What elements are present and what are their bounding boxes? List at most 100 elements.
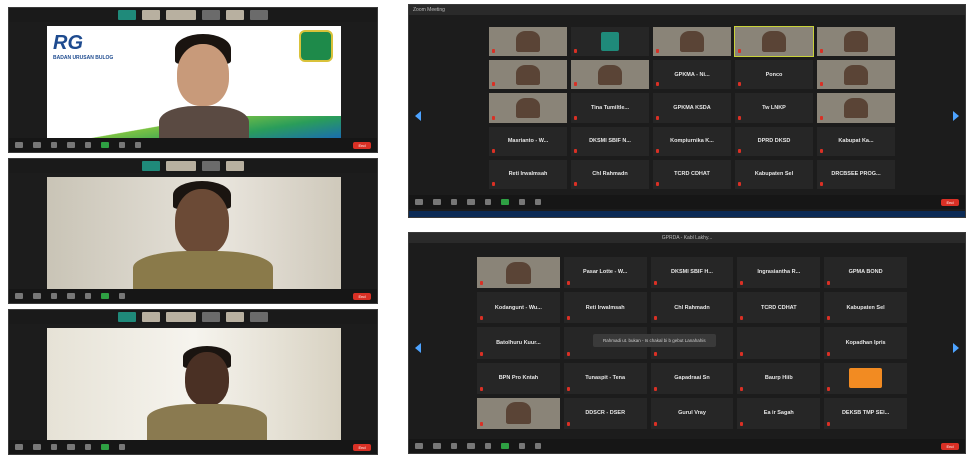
participant-thumbnail[interactable] xyxy=(166,161,196,171)
participant-tile[interactable]: Baurp Hiib xyxy=(737,362,821,394)
participant-tile[interactable] xyxy=(817,60,895,90)
participants-button[interactable] xyxy=(67,142,75,148)
video-button[interactable] xyxy=(433,443,441,449)
reactions-button[interactable] xyxy=(535,443,541,449)
video-button[interactable] xyxy=(433,199,441,205)
participant-thumbnail[interactable] xyxy=(226,10,244,20)
participant-tile[interactable]: DEKSB TMP SEI... xyxy=(824,397,907,429)
participant-tile[interactable] xyxy=(571,27,649,57)
participant-tile[interactable] xyxy=(817,93,895,123)
share-screen-button[interactable] xyxy=(101,444,109,450)
participant-tile[interactable]: Ingrasiantha R... xyxy=(737,257,821,289)
participant-tile[interactable]: Masrianto - W... xyxy=(489,126,567,156)
reactions-button[interactable] xyxy=(535,199,541,205)
participant-tile[interactable]: BPN Pro Kntah xyxy=(477,362,560,394)
security-button[interactable] xyxy=(51,444,57,450)
participant-tile[interactable]: Pasar Lotte - W... xyxy=(563,257,647,289)
participant-tile[interactable] xyxy=(824,362,907,394)
record-button[interactable] xyxy=(519,443,525,449)
participant-tile[interactable] xyxy=(571,60,649,90)
participant-thumbnail[interactable] xyxy=(166,10,196,20)
participant-tile[interactable] xyxy=(477,257,560,289)
participant-tile[interactable]: Kopadhan Ipris xyxy=(824,327,907,359)
participant-tile[interactable] xyxy=(489,27,567,57)
participant-thumbnail[interactable] xyxy=(142,312,160,322)
participant-tile[interactable]: DRCBSEE PROG... xyxy=(817,159,895,189)
participant-tile[interactable]: Kabupat Ka... xyxy=(817,126,895,156)
reactions-button[interactable] xyxy=(135,142,141,148)
record-button[interactable] xyxy=(119,444,125,450)
end-meeting-button[interactable]: End xyxy=(353,443,371,451)
share-screen-button[interactable] xyxy=(101,142,109,148)
participant-tile[interactable]: Chl Rahmadn xyxy=(571,159,649,189)
participant-tile[interactable]: Tw LNKP xyxy=(735,93,813,123)
mute-button[interactable] xyxy=(15,142,23,148)
participant-tile[interactable]: DPRD DKSD xyxy=(735,126,813,156)
previous-page-arrow-icon[interactable] xyxy=(415,111,421,121)
participant-tile[interactable]: Gapadraai Sn xyxy=(650,362,734,394)
participant-tile[interactable]: Batolhuru Kuur... xyxy=(477,327,560,359)
participant-tile[interactable] xyxy=(817,27,895,57)
chat-button[interactable] xyxy=(485,443,491,449)
chat-notification-toast[interactable]: Rahmadi ut. bukan - Is chakal bi b gebut… xyxy=(593,334,716,347)
participant-tile[interactable]: Ea ir Sagah xyxy=(737,397,821,429)
mute-button[interactable] xyxy=(415,199,423,205)
participant-tile[interactable] xyxy=(734,25,814,58)
chat-button[interactable] xyxy=(85,142,91,148)
participant-tile[interactable]: Kabupaten Sel xyxy=(824,292,907,324)
participant-tile[interactable] xyxy=(477,397,560,429)
participant-tile[interactable]: GPMA BOND xyxy=(824,257,907,289)
participant-thumbnail[interactable] xyxy=(226,312,244,322)
participant-tile[interactable]: Gurul Vray xyxy=(650,397,734,429)
participant-tile[interactable]: GPKMA KSDA xyxy=(653,93,731,123)
mute-button[interactable] xyxy=(415,443,423,449)
participant-tile[interactable]: TCRD CDHAT xyxy=(653,159,731,189)
participant-tile[interactable]: Reti Irwalmsah xyxy=(489,159,567,189)
participant-tile[interactable]: Kabupaten Sel xyxy=(735,159,813,189)
participant-tile[interactable]: Tunaspit - Tena xyxy=(563,362,647,394)
participant-tile[interactable] xyxy=(489,93,567,123)
share-screen-button[interactable] xyxy=(501,199,509,205)
video-button[interactable] xyxy=(33,293,41,299)
record-button[interactable] xyxy=(119,142,125,148)
security-button[interactable] xyxy=(451,199,457,205)
participant-thumbnail[interactable] xyxy=(118,10,136,20)
mute-button[interactable] xyxy=(15,444,23,450)
record-button[interactable] xyxy=(519,199,525,205)
chat-button[interactable] xyxy=(85,444,91,450)
participant-thumbnail[interactable] xyxy=(202,161,220,171)
share-screen-button[interactable] xyxy=(501,443,509,449)
participant-thumbnail[interactable] xyxy=(226,161,244,171)
participant-tile[interactable] xyxy=(489,60,567,90)
participant-tile[interactable]: Chl Rahmadn xyxy=(650,292,734,324)
participant-tile[interactable]: DKSMI SBIF H... xyxy=(650,257,734,289)
end-meeting-button[interactable]: End xyxy=(353,292,371,300)
participant-tile[interactable]: Kompiurnika K... xyxy=(653,126,731,156)
record-button[interactable] xyxy=(119,293,125,299)
participants-button[interactable] xyxy=(467,199,475,205)
participant-thumbnail[interactable] xyxy=(202,312,220,322)
share-screen-button[interactable] xyxy=(101,293,109,299)
security-button[interactable] xyxy=(51,293,57,299)
end-meeting-button[interactable]: End xyxy=(353,141,371,149)
participant-thumbnail[interactable] xyxy=(250,312,268,322)
next-page-arrow-icon[interactable] xyxy=(953,111,959,121)
participant-tile[interactable]: Kodangunt - Wu... xyxy=(477,292,560,324)
participant-thumbnail[interactable] xyxy=(202,10,220,20)
video-button[interactable] xyxy=(33,142,41,148)
previous-page-arrow-icon[interactable] xyxy=(415,343,421,353)
participant-tile[interactable]: DDSCR - DSER xyxy=(563,397,647,429)
video-button[interactable] xyxy=(33,444,41,450)
participants-button[interactable] xyxy=(467,443,475,449)
security-button[interactable] xyxy=(51,142,57,148)
participant-tile[interactable]: TCRD CDHAT xyxy=(737,292,821,324)
participant-tile[interactable]: Reti Irwalmsah xyxy=(563,292,647,324)
participant-tile[interactable] xyxy=(737,327,821,359)
participant-tile[interactable]: Tina Tumiltle... xyxy=(571,93,649,123)
participant-thumbnail[interactable] xyxy=(142,161,160,171)
mute-button[interactable] xyxy=(15,293,23,299)
chat-button[interactable] xyxy=(485,199,491,205)
chat-button[interactable] xyxy=(85,293,91,299)
participant-thumbnail[interactable] xyxy=(250,10,268,20)
participant-thumbnail[interactable] xyxy=(118,312,136,322)
